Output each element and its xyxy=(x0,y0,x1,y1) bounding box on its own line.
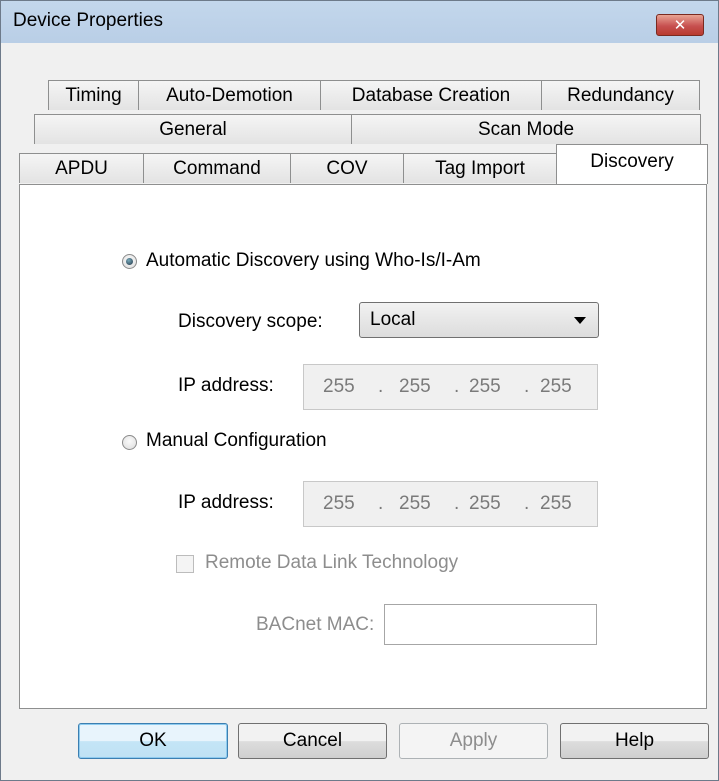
tab-scan-mode[interactable]: Scan Mode xyxy=(351,114,701,144)
close-icon: ✕ xyxy=(673,16,687,34)
discovery-scope-select[interactable]: Local xyxy=(359,302,599,338)
ip-octet-1: 255 xyxy=(323,376,355,397)
ip-octet-2: 255 xyxy=(399,493,431,514)
bacnet-mac-label: BACnet MAC: xyxy=(256,614,375,635)
ip-octet-4: 255 xyxy=(540,376,572,397)
device-properties-dialog: Device Properties ✕ Timing Auto-Demotion… xyxy=(0,0,719,781)
auto-discovery-radio[interactable] xyxy=(122,254,137,269)
tab-discovery[interactable]: Discovery xyxy=(556,144,708,184)
ip-octet-2: 255 xyxy=(399,376,431,397)
dialog-title: Device Properties xyxy=(13,10,163,31)
tab-timing[interactable]: Timing xyxy=(48,80,139,110)
apply-button[interactable]: Apply xyxy=(399,723,548,759)
tab-redundancy[interactable]: Redundancy xyxy=(541,80,700,110)
ip-octet-1: 255 xyxy=(323,493,355,514)
ip-separator: . xyxy=(454,376,460,397)
ip-separator: . xyxy=(454,493,460,514)
close-button[interactable]: ✕ xyxy=(656,14,704,36)
remote-data-link-label: Remote Data Link Technology xyxy=(205,552,459,573)
remote-data-link-checkbox[interactable] xyxy=(176,555,194,573)
discovery-scope-label: Discovery scope: xyxy=(178,311,323,332)
manual-ip-label: IP address: xyxy=(178,492,274,513)
ip-separator: . xyxy=(378,493,384,514)
tab-cov[interactable]: COV xyxy=(290,153,404,183)
manual-config-label: Manual Configuration xyxy=(146,430,327,451)
help-button[interactable]: Help xyxy=(560,723,709,759)
ip-octet-3: 255 xyxy=(469,493,501,514)
ok-button[interactable]: OK xyxy=(78,723,228,759)
title-bar: Device Properties ✕ xyxy=(1,1,718,43)
tab-auto-demotion[interactable]: Auto-Demotion xyxy=(138,80,321,110)
bacnet-mac-input[interactable] xyxy=(384,604,597,645)
chevron-down-icon xyxy=(574,317,586,324)
ip-octet-3: 255 xyxy=(469,376,501,397)
auto-ip-address-field[interactable]: 255 . 255 . 255 . 255 xyxy=(303,364,598,410)
tab-tag-import[interactable]: Tag Import xyxy=(403,153,557,183)
ip-separator: . xyxy=(524,493,530,514)
manual-config-radio[interactable] xyxy=(122,435,137,450)
tab-apdu[interactable]: APDU xyxy=(19,153,144,183)
ip-separator: . xyxy=(524,376,530,397)
cancel-button[interactable]: Cancel xyxy=(238,723,387,759)
tab-command[interactable]: Command xyxy=(143,153,291,183)
discovery-scope-value: Local xyxy=(370,309,416,330)
tab-general[interactable]: General xyxy=(34,114,352,144)
ip-octet-4: 255 xyxy=(540,493,572,514)
tab-database-creation[interactable]: Database Creation xyxy=(320,80,542,110)
manual-ip-address-field[interactable]: 255 . 255 . 255 . 255 xyxy=(303,481,598,527)
auto-ip-label: IP address: xyxy=(178,375,274,396)
auto-discovery-label: Automatic Discovery using Who-Is/I-Am xyxy=(146,250,481,271)
ip-separator: . xyxy=(378,376,384,397)
